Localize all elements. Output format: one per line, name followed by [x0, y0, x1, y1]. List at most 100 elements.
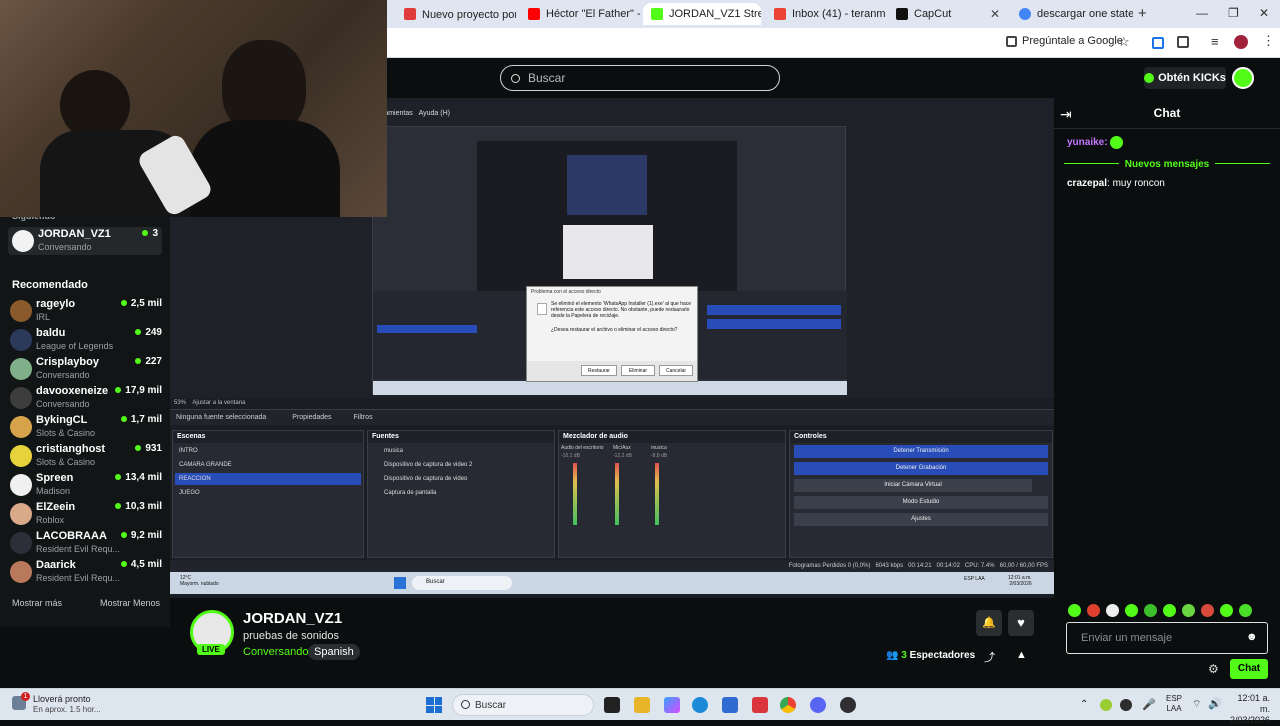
emote-icon[interactable]: [1201, 604, 1214, 617]
volume-icon[interactable]: 🔊: [1208, 697, 1222, 710]
source-item[interactable]: musica: [370, 445, 552, 457]
channel-name[interactable]: JORDAN_VZ1: [243, 610, 342, 627]
show-more-link[interactable]: Mostrar más: [12, 598, 62, 608]
minimize-icon[interactable]: —: [1196, 6, 1208, 20]
chat-username[interactable]: yunaike: [1067, 137, 1104, 148]
virtual-camera-button[interactable]: Iniciar Cámara Virtual: [794, 479, 1032, 492]
store-icon[interactable]: [722, 697, 738, 713]
task-view-icon[interactable]: [604, 697, 620, 713]
send-chat-button[interactable]: Chat: [1230, 659, 1268, 679]
restore-button[interactable]: Restaurar: [581, 365, 617, 376]
show-less-link[interactable]: Mostrar Menos: [100, 598, 160, 608]
emote-icon[interactable]: [1106, 604, 1119, 617]
emote-icon[interactable]: [1068, 604, 1081, 617]
sidebar-recommended-item[interactable]: rageylo IRL 2,5 mil: [10, 297, 162, 325]
scene-item[interactable]: JUEGO: [175, 487, 361, 499]
close-tab-icon[interactable]: ✕: [990, 7, 1000, 21]
bookmark-star-icon[interactable]: ☆: [1118, 34, 1130, 50]
restore-icon[interactable]: ❐: [1228, 6, 1239, 20]
chrome-icon[interactable]: [780, 697, 796, 713]
winrar-icon[interactable]: [752, 697, 768, 713]
emote-icon[interactable]: [1239, 604, 1252, 617]
dialog-text: Se eliminó el elemento 'WhatsApp Install…: [551, 301, 692, 319]
taskbar-clock[interactable]: 12:01 a. m. 2/03/2026: [1226, 693, 1270, 726]
filters-button[interactable]: Filtros: [354, 414, 373, 421]
youtube-icon: [528, 8, 540, 20]
sidebar-recommended-item[interactable]: baldu League of Legends 249: [10, 326, 162, 354]
language-tag[interactable]: Spanish: [308, 644, 360, 660]
sidebar-recommended-item[interactable]: LACOBRAAA Resident Evil Requ... 9,2 mil: [10, 529, 162, 557]
browser-tab[interactable]: descargar one state✕: [1011, 3, 1133, 25]
emote-icon[interactable]: [1125, 604, 1138, 617]
scene-item-selected[interactable]: REACCION: [175, 473, 361, 485]
puzzle-icon[interactable]: [1177, 36, 1189, 48]
new-tab-button[interactable]: +: [1138, 5, 1147, 22]
delete-button[interactable]: Eliminar: [621, 365, 655, 376]
sidebar-recommended-item[interactable]: cristianghost Slots & Casino 931: [10, 442, 162, 470]
copilot-icon[interactable]: [664, 697, 680, 713]
bell-icon[interactable]: 🔔: [976, 610, 1002, 636]
user-avatar[interactable]: [1232, 67, 1254, 89]
language-indicator[interactable]: ESP LAA: [1166, 694, 1182, 714]
media-icon[interactable]: ≡: [1211, 34, 1219, 49]
discord-icon[interactable]: [810, 697, 826, 713]
emote-icon[interactable]: [1220, 604, 1233, 617]
emote-icon[interactable]: [1182, 604, 1195, 617]
chat-input[interactable]: Enviar un mensaje: [1066, 622, 1268, 654]
scene-item[interactable]: CAMARA GRANDE: [175, 459, 361, 471]
sidebar-recommended-item[interactable]: Crisplayboy Conversando 227: [10, 355, 162, 383]
extension-icon[interactable]: [1152, 37, 1164, 49]
menu-dots-icon[interactable]: ⋮: [1262, 33, 1275, 49]
emoji-icon[interactable]: ☻: [1246, 631, 1258, 643]
browser-tab[interactable]: Nuevo proyecto por ☐: [396, 3, 516, 25]
sidebar: Siguiendo JORDAN_VZ1 Conversando 3 Recom…: [0, 211, 170, 627]
emote-icon[interactable]: [1087, 604, 1100, 617]
tray-chevron-icon[interactable]: ⌃: [1080, 699, 1088, 710]
emote-icon[interactable]: [1144, 604, 1157, 617]
chat-settings-gear-icon[interactable]: ⚙: [1208, 662, 1219, 676]
heart-icon[interactable]: ♥: [1008, 610, 1034, 636]
browser-tab[interactable]: CapCut ✕: [888, 3, 1008, 25]
tray-app-icon[interactable]: [1100, 699, 1112, 711]
weather-title[interactable]: Lloverá pronto: [33, 694, 91, 704]
sidebar-recommended-item[interactable]: ElZeein Roblox 10,3 mil: [10, 500, 162, 528]
browser-tab[interactable]: Héctor "El Father" - P: [520, 3, 642, 25]
emote-icon[interactable]: [1163, 604, 1176, 617]
chat-username[interactable]: crazepal: [1067, 178, 1107, 189]
search-input[interactable]: Buscar: [500, 65, 780, 91]
windows-start-icon[interactable]: [426, 697, 442, 713]
sidebar-recommended-item[interactable]: Daarick Resident Evil Requ... 4,5 mil: [10, 558, 162, 586]
edge-icon[interactable]: [692, 697, 708, 713]
ask-google-button[interactable]: Pregúntale a Google: [1006, 35, 1123, 47]
scene-item[interactable]: INTRO: [175, 445, 361, 457]
stop-streaming-button[interactable]: Detener Transmisión: [794, 445, 1048, 458]
stop-recording-button[interactable]: Detener Grabación: [794, 462, 1048, 475]
profile-avatar[interactable]: [1234, 35, 1248, 49]
source-item[interactable]: Dispositivo de captura de video: [370, 473, 552, 485]
share-icon[interactable]: ⤴: [984, 649, 995, 665]
network-icon[interactable]: ⌔: [1192, 698, 1201, 711]
browser-tab-active[interactable]: JORDAN_VZ1 Stream✕: [643, 3, 761, 25]
sidebar-following-item[interactable]: JORDAN_VZ1 Conversando 3: [8, 227, 162, 255]
obs-icon[interactable]: [840, 697, 856, 713]
taskbar-search[interactable]: Buscar: [452, 694, 594, 716]
microphone-icon[interactable]: 🎤: [1142, 698, 1156, 711]
stream-category[interactable]: Conversando: [243, 646, 308, 658]
sidebar-recommended-item[interactable]: davooxeneize Conversando 17,9 mil: [10, 384, 162, 412]
source-item[interactable]: Captura de pantalla: [370, 487, 552, 499]
file-explorer-icon[interactable]: [634, 697, 650, 713]
properties-button[interactable]: Propiedades: [292, 414, 331, 421]
viewer-count-value: 1,7 mil: [130, 414, 162, 425]
get-kicks-button[interactable]: Obtén KICKs: [1144, 67, 1226, 89]
browser-tab[interactable]: Inbox (41) - teranmo✕: [766, 3, 886, 25]
sidebar-recommended-item[interactable]: Spreen Madison 13,4 mil: [10, 471, 162, 499]
close-window-icon[interactable]: ✕: [1259, 6, 1269, 20]
tray-app-icon[interactable]: [1120, 699, 1132, 711]
settings-button[interactable]: Ajustes: [794, 513, 1048, 526]
sidebar-recommended-item[interactable]: BykingCL Slots & Casino 1,7 mil: [10, 413, 162, 441]
studio-mode-button[interactable]: Modo Estudio: [794, 496, 1048, 509]
cancel-button[interactable]: Cancelar: [659, 365, 693, 376]
new-messages-label: Nuevos mensajes: [1118, 159, 1216, 170]
report-icon[interactable]: ▲: [1016, 649, 1027, 661]
source-item[interactable]: Dispositivo de captura de video 2: [370, 459, 552, 471]
